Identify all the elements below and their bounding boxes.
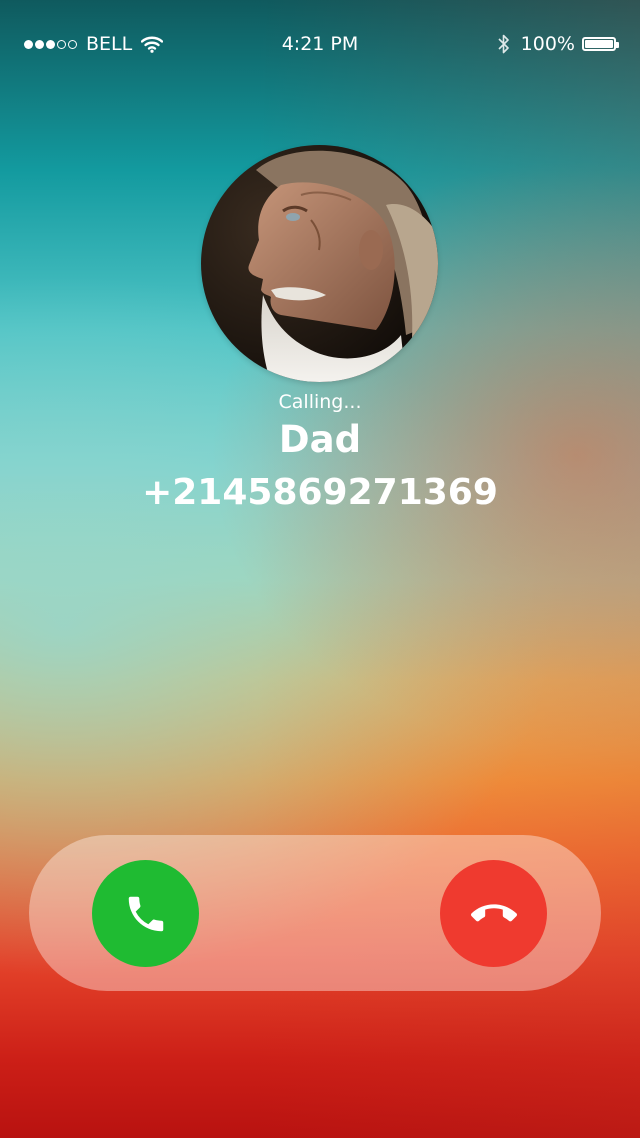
status-right: 100% xyxy=(497,33,619,55)
hang-up-icon xyxy=(470,903,517,921)
call-controls-bar xyxy=(29,835,601,991)
battery-percent: 100% xyxy=(520,33,575,55)
caller-photo xyxy=(201,145,438,382)
battery-icon xyxy=(582,37,619,51)
phone-icon xyxy=(128,896,163,931)
caller-name: Dad xyxy=(278,418,362,461)
bluetooth-icon xyxy=(498,34,509,54)
caller-phone-number: +2145869271369 xyxy=(142,472,498,513)
accept-call-button[interactable] xyxy=(92,860,199,967)
caller-avatar xyxy=(201,145,438,382)
status-bar: BELL 4:21 PM 100% xyxy=(0,0,640,88)
decline-call-button[interactable] xyxy=(440,860,547,967)
call-status: Calling... xyxy=(278,391,362,413)
incoming-call-screen: BELL 4:21 PM 100% Calling... Dad +214586… xyxy=(0,0,640,1138)
